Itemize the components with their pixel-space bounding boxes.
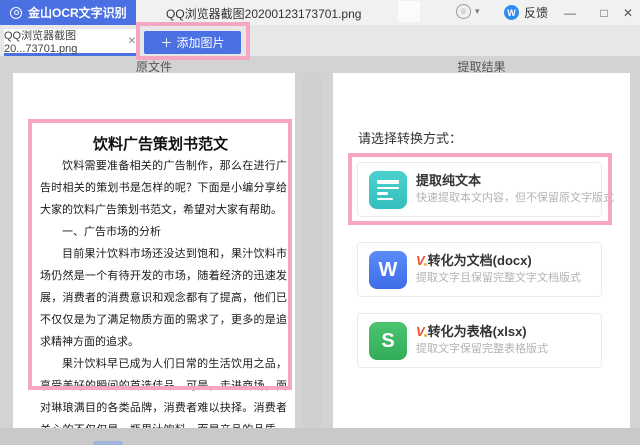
option-desc: 提取文字保留完整表格版式	[416, 343, 548, 355]
chevron-down-icon[interactable]: ▾	[475, 6, 480, 17]
document-paragraph: 一、广告市场的分析	[62, 226, 161, 238]
app-badge: 金山OCR文字识别	[0, 0, 136, 25]
crown-icon[interactable]: ♕	[456, 4, 471, 19]
window-title: QQ浏览器截图20200123173701.png	[166, 7, 362, 21]
feedback-icon[interactable]: W	[504, 5, 519, 20]
option-title: V 转化为表格(xlsx)	[416, 324, 527, 339]
add-image-button[interactable]: ＋ 添加图片	[144, 31, 241, 54]
plus-icon: ＋	[160, 36, 173, 50]
text-lines-icon	[377, 179, 399, 201]
option-title: V 转化为文档(docx)	[416, 253, 532, 268]
title-bar: 金山OCR文字识别 QQ浏览器截图20200123173701.png ♕ ▾ …	[0, 0, 640, 25]
document-paragraph: 目前果汁饮料市场还没达到饱和，果汁饮料市场仍然是一个有待开发的市场，随着经济的迅…	[40, 248, 287, 348]
conversion-prompt: 请选择转换方式：	[358, 131, 463, 146]
document-body: 饮料需要准备相关的广告制作，那么在进行广告时相关的策划书是怎样的呢？下面是小编分…	[40, 155, 287, 445]
member-menu[interactable]: ♕ ▾	[456, 4, 480, 19]
feedback-label[interactable]: 反馈	[524, 4, 548, 21]
feedback-button[interactable]: W 反馈	[504, 4, 548, 21]
vip-icon: V	[416, 324, 425, 339]
document-paragraph: 饮料需要准备相关的广告制作，那么在进行广告时相关的策划书是怎样的呢？下面是小编分…	[40, 160, 287, 216]
option-convert-docx[interactable]: W V 转化为文档(docx) 提取文字且保留完整文字文档版式	[357, 242, 602, 297]
screenshot-artifact	[398, 1, 420, 22]
option-desc: 提取文字且保留完整文字文档版式	[416, 272, 581, 284]
option-desc: 快速提取本文内容，但不保留原文字版式	[416, 192, 614, 204]
vip-icon: V	[416, 253, 425, 268]
close-button[interactable]: ✕	[614, 0, 640, 25]
add-image-label: 添加图片	[176, 36, 225, 50]
tab-close-icon[interactable]: ✕	[128, 36, 136, 47]
tab-label: QQ浏览器截图20...73701.png	[4, 30, 78, 55]
document-title: 饮料广告策划书范文	[92, 137, 228, 153]
app-logo-icon	[10, 6, 22, 19]
wps-writer-icon: W	[369, 251, 407, 289]
plain-text-icon	[369, 171, 407, 209]
zoom-control-partial[interactable]	[93, 441, 123, 445]
wps-spreadsheet-icon: S	[369, 322, 407, 360]
app-name: 金山OCR文字识别	[28, 6, 127, 20]
tab-bar: QQ浏览器截图20...73701.png ✕ ＋ 添加图片	[0, 25, 640, 56]
option-title: 提取纯文本	[416, 173, 482, 188]
tab-active-image[interactable]: QQ浏览器截图20...73701.png ✕	[4, 29, 136, 56]
option-convert-xlsx[interactable]: S V 转化为表格(xlsx) 提取文字保留完整表格版式	[357, 313, 602, 368]
minimize-button[interactable]: —	[556, 0, 584, 25]
option-extract-plain-text[interactable]: 提取纯文本 快速提取本文内容，但不保留原文字版式	[357, 162, 614, 217]
panel-divider	[303, 73, 321, 428]
